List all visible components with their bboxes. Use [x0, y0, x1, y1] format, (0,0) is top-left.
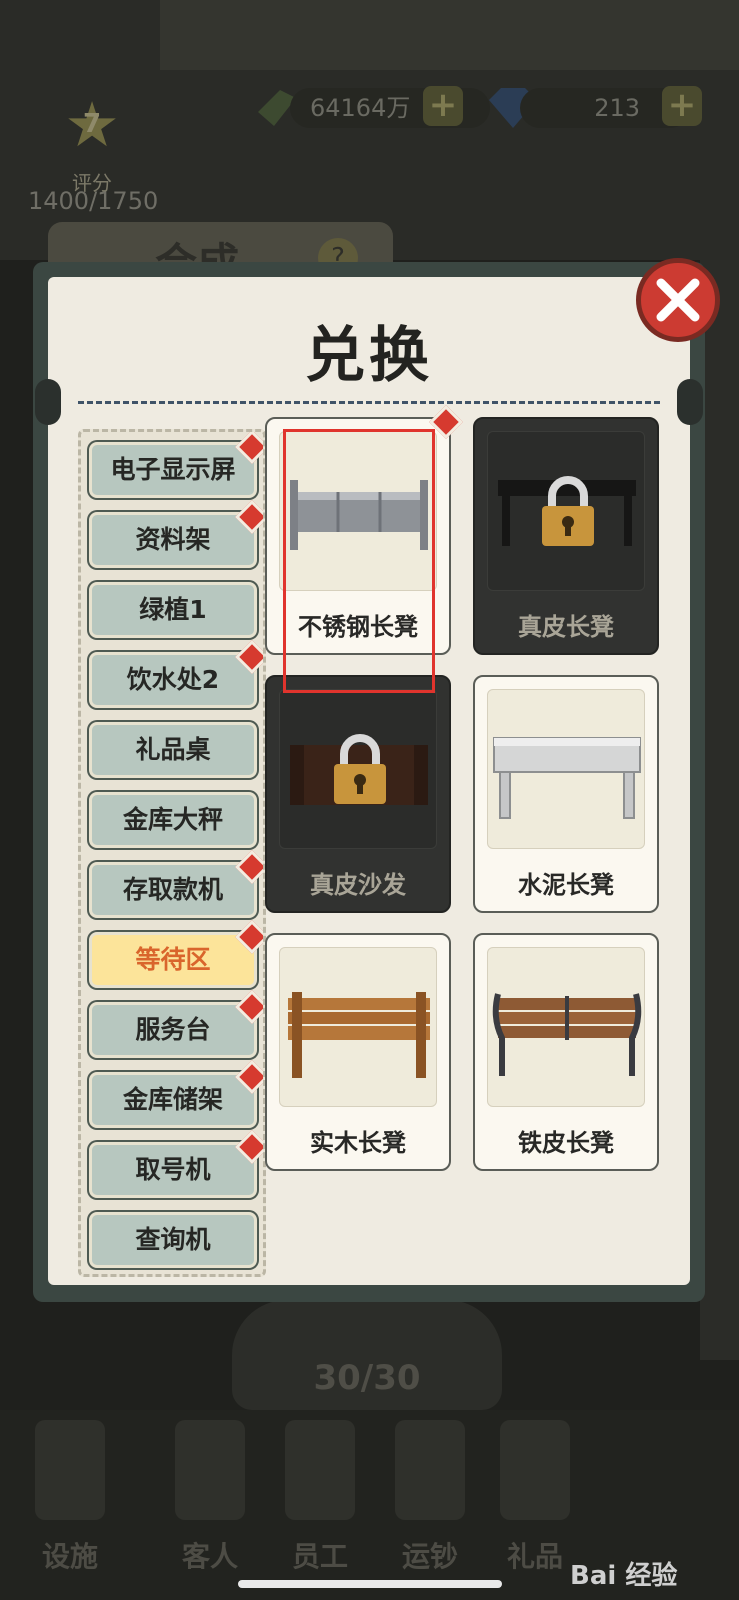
- customer-icon: [175, 1420, 245, 1520]
- close-icon: [656, 278, 700, 322]
- category-item[interactable]: 取号机: [89, 1130, 263, 1198]
- nav-cash-transport[interactable]: 运钞: [375, 1420, 485, 1573]
- category-item[interactable]: 电子显示屏: [89, 432, 263, 498]
- item-card-leather-bench[interactable]: 真皮长凳: [473, 417, 659, 655]
- leather-sofa-image: [279, 689, 437, 849]
- category-item[interactable]: 礼品桌: [89, 722, 257, 778]
- wooden-bench-image: [279, 947, 437, 1107]
- selection-highlight: [283, 429, 435, 693]
- category-item[interactable]: 存取款机: [89, 850, 263, 918]
- category-sidebar[interactable]: 电子显示屏 资料架 绿植1 饮水处2 礼品桌 金库大秤 存取款机 等待区 服务台…: [78, 429, 266, 1277]
- staff-icon: [285, 1420, 355, 1520]
- rank-score: 1400/1750: [28, 187, 159, 215]
- nav-staff[interactable]: 员工: [265, 1420, 375, 1573]
- rank-badge: ★ 7 评分 1400/1750: [28, 94, 158, 216]
- category-item[interactable]: 金库大秤: [89, 792, 257, 848]
- facilities-icon: [35, 1420, 105, 1520]
- category-item[interactable]: 资料架: [89, 500, 263, 568]
- category-item[interactable]: 饮水处2: [89, 640, 263, 708]
- item-card-iron-bench[interactable]: 铁皮长凳: [473, 933, 659, 1171]
- modal-title: 兑换: [305, 321, 433, 391]
- category-item[interactable]: 服务台: [89, 990, 263, 1058]
- watermark: Bai 经验: [570, 1561, 678, 1591]
- capacity-counter: 30/30: [313, 1358, 421, 1398]
- gift-icon: [500, 1420, 570, 1520]
- lock-icon: [542, 476, 594, 546]
- category-item[interactable]: 金库储架: [89, 1060, 263, 1128]
- item-card-wooden-bench[interactable]: 实木长凳: [265, 933, 451, 1171]
- nav-gifts[interactable]: 礼品: [480, 1420, 590, 1573]
- add-money-button[interactable]: +: [423, 86, 463, 126]
- rank-level: 7: [82, 109, 102, 139]
- cement-bench-image: [487, 689, 645, 849]
- left-notch: [35, 379, 61, 425]
- leather-bench-image: [487, 431, 645, 591]
- background-wall: [700, 260, 739, 1360]
- title-divider: [78, 401, 660, 404]
- close-button[interactable]: [636, 258, 720, 342]
- category-item[interactable]: 查询机: [89, 1212, 257, 1268]
- item-card-leather-sofa[interactable]: 真皮沙发: [265, 675, 451, 913]
- lock-icon: [334, 734, 386, 804]
- nav-facilities[interactable]: 设施: [15, 1420, 125, 1573]
- item-card-cement-bench[interactable]: 水泥长凳: [473, 675, 659, 913]
- category-item-selected[interactable]: 等待区: [89, 920, 263, 988]
- iron-bench-image: [487, 947, 645, 1107]
- cash-transport-icon: [395, 1420, 465, 1520]
- add-gems-button[interactable]: +: [662, 86, 702, 126]
- right-notch: [677, 379, 703, 425]
- lobby-scene: [160, 0, 739, 70]
- category-item[interactable]: 绿植1: [89, 582, 257, 638]
- nav-customers[interactable]: 客人: [155, 1420, 265, 1573]
- home-indicator[interactable]: [238, 1580, 502, 1588]
